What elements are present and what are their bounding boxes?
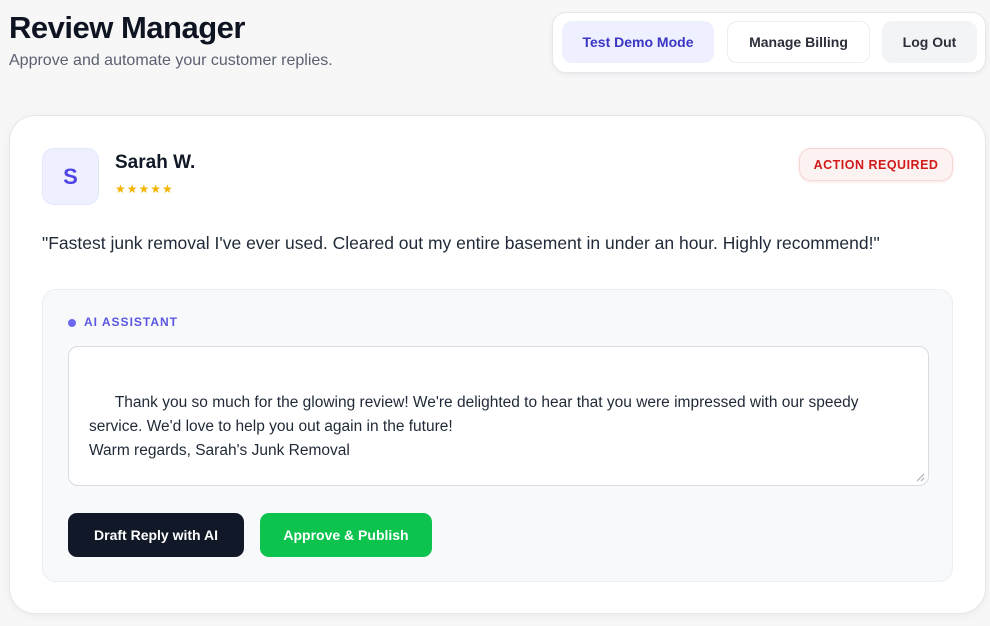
- reply-text: Thank you so much for the glowing review…: [89, 394, 859, 459]
- resize-handle-icon[interactable]: [916, 473, 925, 482]
- page-subtitle: Approve and automate your customer repli…: [9, 52, 333, 69]
- test-demo-mode-button[interactable]: Test Demo Mode: [562, 21, 714, 63]
- review-text: "Fastest junk removal I've ever used. Cl…: [42, 233, 880, 253]
- status-badge: ACTION REQUIRED: [799, 148, 953, 181]
- draft-reply-button[interactable]: Draft Reply with AI: [68, 513, 244, 557]
- review-card: S Sarah W. ★★★★★ ACTION REQUIRED "Fastes…: [9, 115, 986, 614]
- status-dot-icon: [68, 319, 76, 327]
- page-title: Review Manager: [9, 10, 245, 45]
- reviewer-name: Sarah W.: [115, 152, 196, 173]
- ai-assistant-label: AI ASSISTANT: [84, 315, 179, 329]
- manage-billing-button[interactable]: Manage Billing: [727, 21, 870, 63]
- approve-publish-button[interactable]: Approve & Publish: [260, 513, 432, 557]
- ai-assistant-panel: AI ASSISTANT Thank you so much for the g…: [42, 289, 953, 582]
- star-rating: ★★★★★: [115, 182, 174, 196]
- log-out-button[interactable]: Log Out: [882, 21, 977, 63]
- reply-textarea[interactable]: Thank you so much for the glowing review…: [68, 346, 929, 486]
- page-header: Review Manager Approve and automate your…: [0, 0, 990, 100]
- avatar: S: [42, 148, 99, 205]
- top-nav: Test Demo Mode Manage Billing Log Out: [552, 12, 986, 73]
